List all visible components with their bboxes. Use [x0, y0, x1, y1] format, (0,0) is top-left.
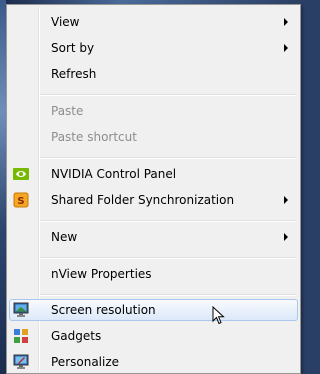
menu-separator [40, 157, 296, 159]
submenu-arrow-icon [284, 44, 288, 52]
menu-item-nvidia-control-panel[interactable]: NVIDIA Control Panel [9, 163, 298, 185]
nvidia-icon [13, 168, 29, 180]
menu-item-view[interactable]: View [9, 11, 298, 33]
menu-item-nview-properties[interactable]: nView Properties [9, 263, 298, 285]
menu-item-screen-resolution[interactable]: Screen resolution [9, 299, 298, 321]
menu-separator [40, 257, 296, 259]
menu-item-sort-by[interactable]: Sort by [9, 37, 298, 59]
menu-item-label: Shared Folder Synchronization [51, 193, 235, 207]
menu-item-label: New [51, 230, 78, 244]
menu-item-label: View [51, 15, 80, 29]
menu-item-label: Personalize [51, 355, 120, 369]
menu-item-label: Paste [51, 104, 84, 118]
submenu-arrow-icon [284, 196, 288, 204]
screen-resolution-icon [13, 302, 29, 317]
menu-item-paste-shortcut: Paste shortcut [9, 126, 298, 148]
desktop-context-menu: View Sort by Refresh Paste Paste shortcu… [6, 4, 301, 374]
svg-text:S: S [17, 196, 24, 207]
menu-item-label: Gadgets [51, 329, 102, 343]
menu-item-label: Refresh [51, 67, 97, 81]
submenu-arrow-icon [284, 18, 288, 26]
menu-item-personalize[interactable]: Personalize [9, 351, 298, 373]
personalize-icon [13, 354, 29, 369]
menu-item-refresh[interactable]: Refresh [9, 63, 298, 85]
menu-item-label: Sort by [51, 41, 95, 55]
menu-item-gadgets[interactable]: Gadgets [9, 325, 298, 347]
submenu-arrow-icon [284, 233, 288, 241]
menu-item-label: nView Properties [51, 267, 152, 281]
menu-separator [40, 294, 296, 296]
gadgets-icon [14, 329, 28, 343]
menu-separator [40, 220, 296, 222]
menu-item-shared-folder-sync[interactable]: S Shared Folder Synchronization [9, 189, 298, 211]
sync-icon: S [13, 192, 29, 208]
menu-item-new[interactable]: New [9, 226, 298, 248]
menu-item-label: Paste shortcut [51, 130, 137, 144]
menu-separator [40, 94, 296, 96]
menu-item-label: Screen resolution [51, 303, 156, 317]
menu-item-label: NVIDIA Control Panel [51, 167, 177, 181]
menu-item-paste: Paste [9, 100, 298, 122]
mouse-pointer-icon [212, 306, 225, 325]
